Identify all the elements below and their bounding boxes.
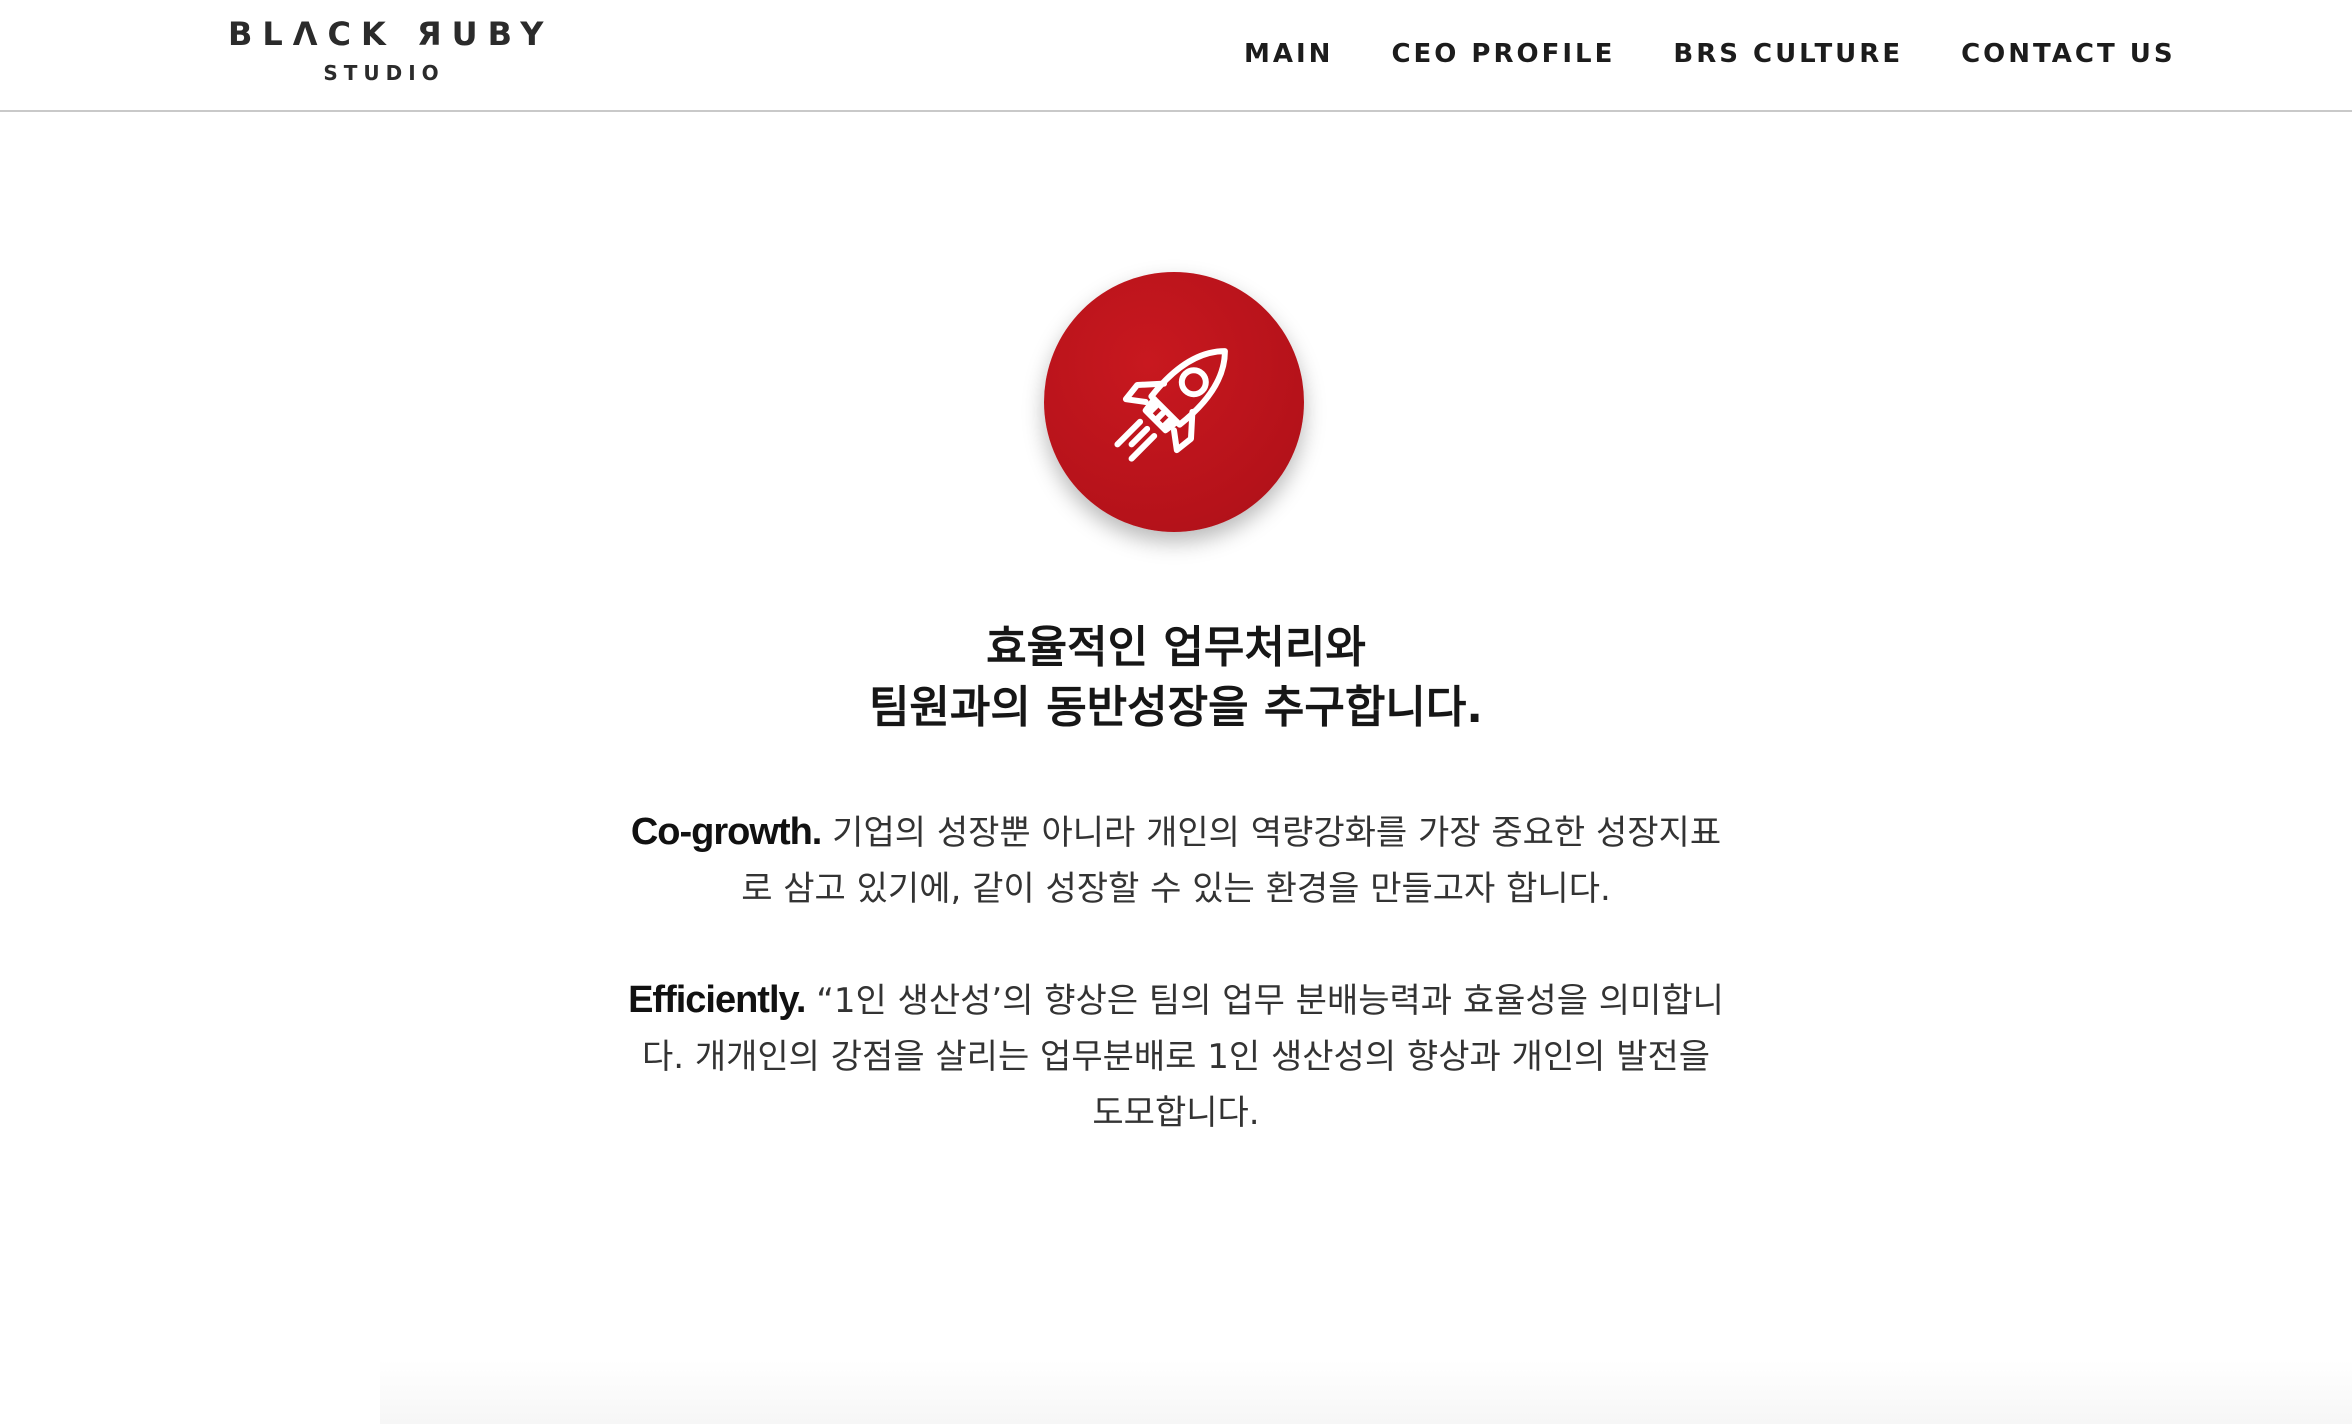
section-headline: 효율적인 업무처리와 팀원과의 동반성장을 추구합니다. [576, 618, 1776, 738]
cogrowth-title: Co-growth. [630, 811, 823, 853]
main-nav: MAIN CEO PROFILE BRS CULTURE CONTACT US [1244, 34, 2176, 74]
page: BLΛCK ЯUBY STUDIO MAIN CEO PROFILE BRS C… [0, 0, 2352, 1424]
efficiently-title: Efficiently. [628, 979, 806, 1021]
efficiently-paragraph: Efficiently. “1인 생산성’의 향상은 팀의 업무 분배능력과 효… [626, 972, 1726, 1141]
site-header: BLΛCK ЯUBY STUDIO MAIN CEO PROFILE BRS C… [0, 0, 2352, 112]
cogrowth-paragraph: Co-growth. 기업의 성장뿐 아니라 개인의 역량강화를 가장 중요한 … [626, 804, 1726, 917]
headline-line-1: 효율적인 업무처리와 [986, 622, 1366, 673]
logo-link[interactable]: BLΛCK ЯUBY STUDIO [228, 14, 554, 88]
logo-wordmark: BLΛCK ЯUBY [228, 15, 554, 53]
rocket-icon [1114, 348, 1228, 462]
headline-line-2: 팀원과의 동반성장을 추구합니다. [868, 682, 1484, 733]
nav-item-main[interactable]: MAIN [1244, 39, 1333, 69]
nav-item-ceo-profile[interactable]: CEO PROFILE [1391, 39, 1615, 69]
nav-item-brs-culture[interactable]: BRS CULTURE [1673, 39, 1903, 69]
culture-section: 효율적인 업무처리와 팀원과의 동반성장을 추구합니다. Co-growth. … [0, 110, 2352, 1424]
cogrowth-text: 기업의 성장뿐 아니라 개인의 역량강화를 가장 중요한 성장지표로 삼고 있기… [741, 813, 1722, 909]
bottom-divider-shadow [380, 1360, 2352, 1424]
nav-item-contact-us[interactable]: CONTACT US [1961, 39, 2176, 69]
rocket-badge [1044, 272, 1304, 532]
logo-subtitle: STUDIO [323, 61, 445, 85]
efficiently-text: “1인 생산성’의 향상은 팀의 업무 분배능력과 효율성을 의미합니다. 개개… [641, 981, 1724, 1133]
